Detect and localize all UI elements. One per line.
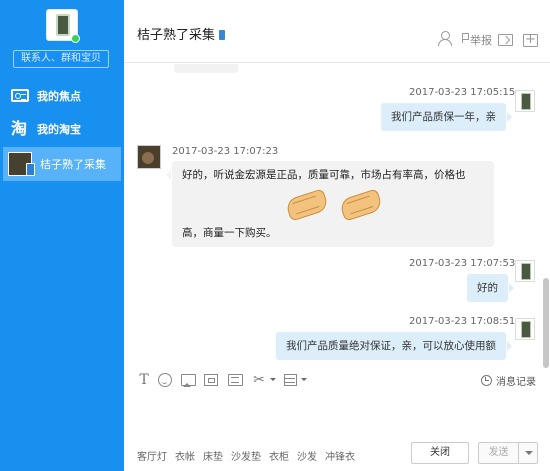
table-icon[interactable]: [284, 374, 297, 386]
contact-card-icon: [11, 89, 29, 102]
quick-phrase[interactable]: 衣帐: [175, 448, 195, 463]
message-text: 好的，听说金宏源是正品，质量可靠，市场占有率高，价格也: [182, 169, 466, 181]
message-text: 高，商量一下购买。: [182, 227, 277, 239]
previous-message-bubble: [174, 64, 238, 73]
quick-reply-icon[interactable]: [228, 374, 243, 386]
message-timestamp: 2017-03-23 17:08:51: [409, 316, 516, 327]
my-avatar[interactable]: [46, 9, 80, 43]
add-icon[interactable]: +: [523, 33, 538, 47]
image-icon[interactable]: [181, 374, 196, 387]
user-profile-icon[interactable]: [438, 31, 452, 46]
message-list: 2017-03-23 17:05:15 我们产品质保一年，亲 2017-03-2…: [124, 64, 550, 369]
message-timestamp: 2017-03-23 17:07:53: [409, 258, 516, 269]
my-avatar-small: [515, 260, 535, 282]
transfer-file-icon[interactable]: [498, 34, 513, 46]
quick-phrase[interactable]: 客厅灯: [137, 448, 167, 463]
quick-phrase[interactable]: 床垫: [203, 448, 223, 463]
avatar-image: [56, 14, 70, 36]
clock-icon: [481, 375, 492, 386]
message-bubble-theirs: 好的，听说金宏源是正品，质量可靠，市场占有率高，价格也 高，商量一下购买。: [166, 161, 494, 247]
scrollbar-thumb[interactable]: [543, 278, 549, 368]
sidebar-item-label: 我的焦点: [37, 89, 81, 103]
message-bubble-mine: 我们产品质保一年，亲: [381, 103, 512, 131]
quick-phrase[interactable]: 冲锋衣: [325, 448, 355, 463]
sidebar-item-contact[interactable]: 桔子熟了采集: [3, 147, 121, 181]
send-button[interactable]: 发送: [478, 442, 518, 464]
search-input[interactable]: 联系人、群和宝贝: [13, 50, 109, 68]
chat-header: 桔子熟了采集 举报 +: [124, 0, 550, 63]
message-timestamp: 2017-03-23 17:05:15: [409, 87, 516, 98]
chat-title-text: 桔子熟了采集: [137, 28, 216, 43]
message-history-button[interactable]: 消息记录: [481, 373, 536, 388]
contact-avatar: [8, 152, 35, 176]
my-avatar-small: [515, 318, 535, 340]
sidebar-item-focus[interactable]: 我的焦点: [0, 79, 124, 112]
message-input[interactable]: [124, 393, 550, 433]
chevron-down-icon[interactable]: [301, 378, 307, 381]
handshake-emoji-icon: [285, 187, 327, 219]
report-flag-icon[interactable]: [462, 33, 469, 43]
message-timestamp: 2017-03-23 17:07:23: [172, 146, 279, 157]
font-icon[interactable]: T: [137, 373, 151, 387]
close-button[interactable]: 关闭: [411, 442, 469, 464]
message-bubble-mine: 我们产品质量绝对保证，亲，可以放心使用额: [276, 332, 512, 360]
sidebar-item-label: 我的淘宝: [37, 122, 81, 136]
message-scrollbar[interactable]: [543, 64, 549, 369]
screenshot-icon[interactable]: [204, 374, 218, 386]
online-status-icon: [71, 34, 80, 43]
quick-phrase[interactable]: 沙发: [297, 448, 317, 463]
scissors-icon[interactable]: ✂: [252, 373, 266, 387]
input-toolbar: T ✂ 消息记录: [124, 369, 550, 393]
history-label: 消息记录: [496, 377, 536, 388]
my-avatar-small: [515, 90, 535, 112]
emoji-icon[interactable]: [158, 373, 172, 387]
handshake-emoji-icon: [339, 187, 381, 219]
emoji-row: [182, 187, 484, 219]
quick-phrase[interactable]: 沙发垫: [231, 448, 261, 463]
chevron-down-icon[interactable]: [270, 378, 276, 381]
send-options-dropdown[interactable]: [518, 442, 538, 464]
sidebar-item-label: 桔子熟了采集: [40, 158, 106, 171]
taobao-icon: 淘: [11, 118, 28, 138]
contact-avatar-small: [137, 145, 161, 169]
sidebar: 联系人、群和宝贝 我的焦点 淘 我的淘宝 桔子熟了采集: [0, 0, 124, 471]
quick-phrase[interactable]: 衣柜: [269, 448, 289, 463]
sidebar-item-taobao[interactable]: 淘 我的淘宝: [0, 112, 124, 145]
quick-phrases: 客厅灯 衣帐 床垫 沙发垫 衣柜 沙发 冲锋衣: [137, 448, 355, 463]
chat-title: 桔子熟了采集: [137, 24, 226, 43]
mobile-device-icon: [219, 30, 226, 40]
report-button[interactable]: 举报: [470, 32, 492, 48]
chat-window: 联系人、群和宝贝 我的焦点 淘 我的淘宝 桔子熟了采集 桔子熟了采集 举报 + …: [0, 0, 550, 471]
message-bubble-mine: 好的: [467, 274, 514, 302]
